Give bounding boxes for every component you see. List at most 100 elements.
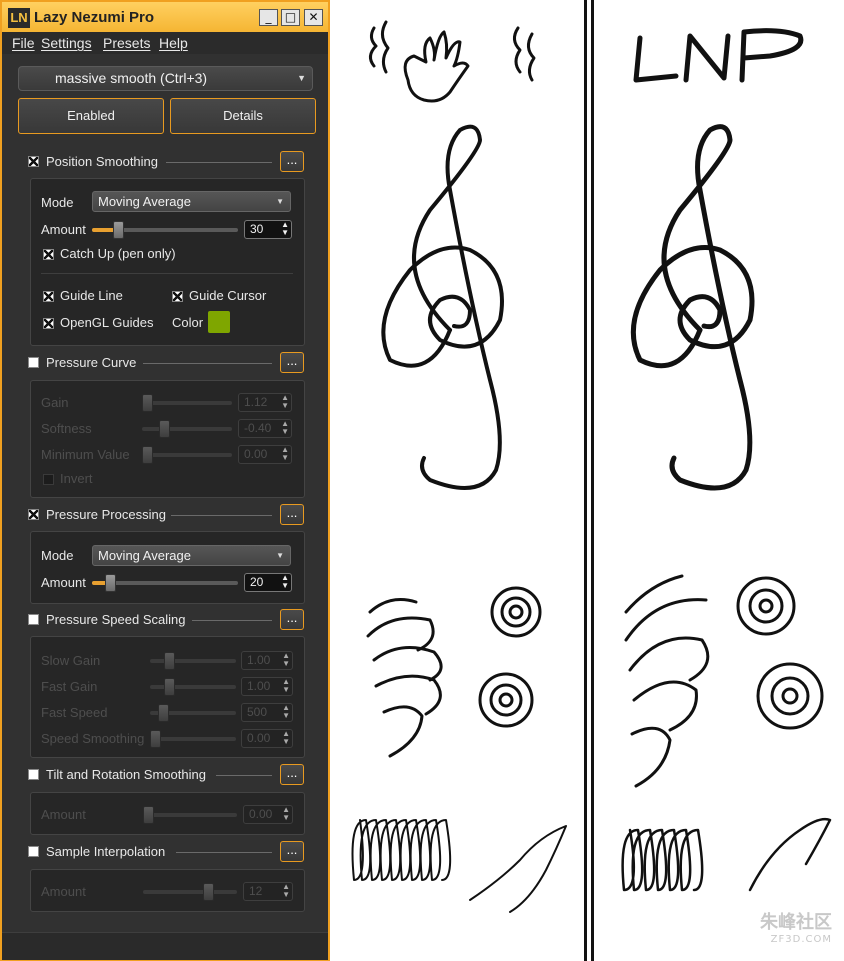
slow-gain-slider[interactable] bbox=[150, 652, 236, 670]
tilt-amount-spinbox[interactable]: 0.00 ▲ ▼ bbox=[243, 805, 293, 824]
speed-smoothing-slider[interactable] bbox=[150, 730, 236, 748]
minimum-value-label: Minimum Value bbox=[41, 447, 130, 462]
opengl-guides-checkbox[interactable] bbox=[43, 318, 54, 329]
slider-handle[interactable] bbox=[159, 420, 170, 438]
wave-strokes-drawing bbox=[366, 586, 542, 758]
divider bbox=[166, 162, 272, 163]
gain-spinbox[interactable]: 1.12 ▲ ▼ bbox=[238, 393, 292, 412]
spin-arrows-icon[interactable]: ▲ ▼ bbox=[282, 678, 290, 694]
pressure-amount-spinbox[interactable]: 20 ▲ ▼ bbox=[244, 573, 292, 592]
slider-handle[interactable] bbox=[142, 394, 153, 412]
interpolation-amount-slider[interactable] bbox=[143, 883, 237, 901]
sample-interpolation-header: Sample Interpolation ... bbox=[2, 840, 328, 864]
loops-drawing bbox=[351, 819, 567, 913]
spin-arrows-icon[interactable]: ▲ ▼ bbox=[281, 394, 289, 410]
slider-handle[interactable] bbox=[164, 652, 175, 670]
minimum-value-spinbox[interactable]: 0.00 ▲ ▼ bbox=[238, 445, 292, 464]
title-bar[interactable]: LN Lazy Nezumi Pro _ □ ✕ bbox=[2, 2, 328, 32]
sample-interpolation-label: Sample Interpolation bbox=[46, 844, 166, 859]
spin-arrows-icon[interactable]: ▲ ▼ bbox=[282, 704, 290, 720]
slider-handle[interactable] bbox=[150, 730, 161, 748]
tilt-rotation-checkbox[interactable] bbox=[28, 769, 39, 780]
fast-speed-slider[interactable] bbox=[150, 704, 236, 722]
softness-spinbox[interactable]: -0.40 ▲ ▼ bbox=[238, 419, 292, 438]
pressure-processing-options-button[interactable]: ... bbox=[280, 504, 304, 525]
tilt-rotation-options-button[interactable]: ... bbox=[280, 764, 304, 785]
pressure-mode-dropdown[interactable]: Moving Average ▼ bbox=[92, 545, 291, 566]
position-amount-spinbox[interactable]: 30 ▲ ▼ bbox=[244, 220, 292, 239]
divider bbox=[41, 273, 293, 274]
details-button[interactable]: Details bbox=[170, 98, 316, 134]
slider-handle[interactable] bbox=[164, 678, 175, 696]
minimize-button[interactable]: _ bbox=[259, 9, 278, 26]
guide-line-checkbox[interactable] bbox=[43, 291, 54, 302]
pressure-curve-options-button[interactable]: ... bbox=[280, 352, 304, 373]
pressure-curve-checkbox[interactable] bbox=[28, 357, 39, 368]
slider-handle[interactable] bbox=[142, 446, 153, 464]
tilt-rotation-label: Tilt and Rotation Smoothing bbox=[46, 767, 206, 782]
position-smoothing-options-button[interactable]: ... bbox=[280, 151, 304, 172]
pressure-amount-slider[interactable] bbox=[92, 574, 238, 592]
gain-slider[interactable] bbox=[142, 394, 232, 412]
invert-checkbox[interactable] bbox=[43, 474, 54, 485]
guide-color-swatch[interactable] bbox=[208, 311, 230, 333]
position-mode-dropdown[interactable]: Moving Average ▼ bbox=[92, 191, 291, 212]
slider-handle[interactable] bbox=[158, 704, 169, 722]
watermark: 朱峰社区 ZF3D.COM bbox=[760, 908, 832, 945]
fast-gain-spinbox[interactable]: 1.00 ▲ ▼ bbox=[241, 677, 293, 696]
pressure-processing-label: Pressure Processing bbox=[46, 507, 166, 522]
menu-help[interactable]: Help bbox=[159, 35, 188, 51]
hand-icon bbox=[369, 20, 536, 103]
preset-value: massive smooth (Ctrl+3) bbox=[55, 70, 208, 86]
slow-gain-spinbox[interactable]: 1.00 ▲ ▼ bbox=[241, 651, 293, 670]
fast-speed-spinbox[interactable]: 500 ▲ ▼ bbox=[241, 703, 293, 722]
menu-settings[interactable]: Settings bbox=[41, 35, 92, 51]
catch-up-checkbox[interactable] bbox=[43, 249, 54, 260]
pressure-speed-label: Pressure Speed Scaling bbox=[46, 612, 186, 627]
slider-handle[interactable] bbox=[143, 806, 154, 824]
lnp-text-drawing bbox=[633, 28, 804, 83]
spin-arrows-icon[interactable]: ▲ ▼ bbox=[281, 420, 289, 436]
chevron-down-icon: ▼ bbox=[276, 551, 284, 560]
spin-arrows-icon[interactable]: ▲ ▼ bbox=[281, 446, 289, 462]
preset-dropdown[interactable]: massive smooth (Ctrl+3) ▼ bbox=[18, 66, 313, 91]
mode-label: Mode bbox=[41, 195, 74, 210]
spin-arrows-icon[interactable]: ▲ ▼ bbox=[281, 574, 289, 590]
enabled-button[interactable]: Enabled bbox=[18, 98, 164, 134]
slider-handle[interactable] bbox=[105, 574, 116, 592]
maximize-button[interactable]: □ bbox=[281, 9, 300, 26]
pressure-speed-checkbox[interactable] bbox=[28, 614, 39, 625]
pressure-speed-header: Pressure Speed Scaling ... bbox=[2, 608, 328, 632]
spin-arrows-icon[interactable]: ▲ ▼ bbox=[282, 730, 290, 746]
divider bbox=[176, 852, 272, 853]
interpolation-amount-spinbox[interactable]: 12 ▲ ▼ bbox=[243, 882, 293, 901]
drawing-canvas[interactable]: 朱峰社区 ZF3D.COM bbox=[330, 0, 844, 961]
spin-arrows-icon[interactable]: ▲ ▼ bbox=[282, 883, 290, 899]
sample-interpolation-panel: Amount 12 ▲ ▼ bbox=[30, 869, 305, 912]
minimum-value-slider[interactable] bbox=[142, 446, 232, 464]
slow-gain-value: 1.00 bbox=[247, 653, 271, 667]
close-button[interactable]: ✕ bbox=[304, 9, 323, 26]
treble-clef-drawing bbox=[630, 124, 755, 491]
sample-interpolation-checkbox[interactable] bbox=[28, 846, 39, 857]
divider bbox=[192, 620, 272, 621]
speed-smoothing-spinbox[interactable]: 0.00 ▲ ▼ bbox=[241, 729, 293, 748]
slider-handle[interactable] bbox=[203, 883, 214, 901]
sample-interpolation-options-button[interactable]: ... bbox=[280, 841, 304, 862]
pressure-processing-checkbox[interactable] bbox=[28, 509, 39, 520]
menu-file[interactable]: File bbox=[12, 35, 35, 51]
amount-label: Amount bbox=[41, 807, 86, 822]
lazy-nezumi-window: LN Lazy Nezumi Pro _ □ ✕ File Settings P… bbox=[0, 0, 330, 961]
spin-arrows-icon[interactable]: ▲ ▼ bbox=[282, 806, 290, 822]
softness-slider[interactable] bbox=[142, 420, 232, 438]
spin-arrows-icon[interactable]: ▲ ▼ bbox=[282, 652, 290, 668]
position-smoothing-checkbox[interactable] bbox=[28, 156, 39, 167]
menu-presets[interactable]: Presets bbox=[103, 35, 150, 51]
slider-handle[interactable] bbox=[113, 221, 124, 239]
position-amount-slider[interactable] bbox=[92, 221, 238, 239]
spin-arrows-icon[interactable]: ▲ ▼ bbox=[281, 221, 289, 237]
guide-cursor-checkbox[interactable] bbox=[172, 291, 183, 302]
fast-gain-slider[interactable] bbox=[150, 678, 236, 696]
tilt-amount-slider[interactable] bbox=[143, 806, 237, 824]
pressure-speed-options-button[interactable]: ... bbox=[280, 609, 304, 630]
